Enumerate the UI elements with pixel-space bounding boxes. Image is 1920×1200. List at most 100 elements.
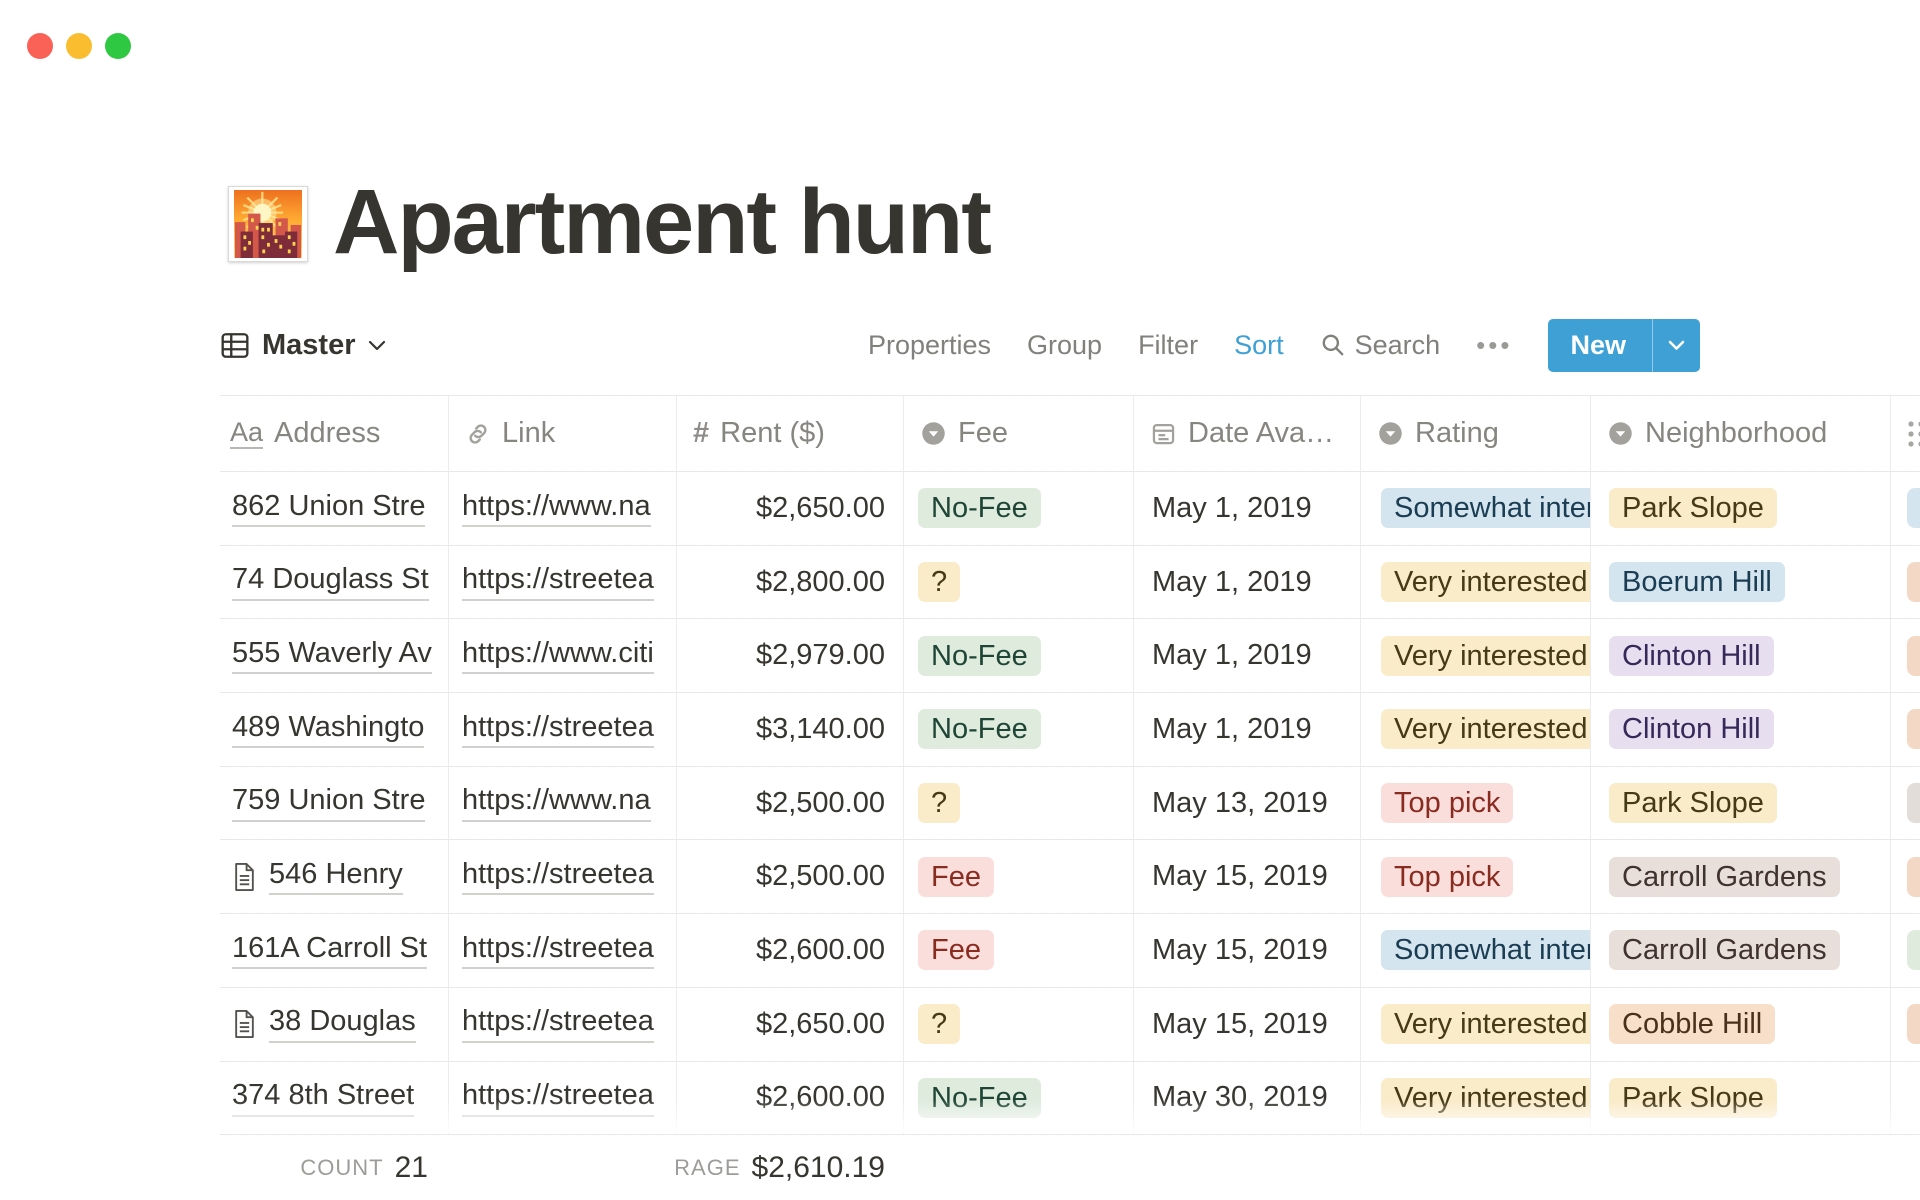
neighborhood-cell[interactable]: Clinton Hill: [1590, 619, 1890, 693]
fee-cell[interactable]: ?: [903, 988, 1133, 1062]
rent-cell[interactable]: $2,800.00: [676, 546, 903, 620]
group-button[interactable]: Group: [1027, 330, 1102, 361]
column-header-fee[interactable]: Fee: [903, 395, 1133, 472]
link-cell[interactable]: https://streetea: [448, 1062, 676, 1136]
clipped-cell[interactable]: [1890, 619, 1920, 693]
date-available-cell[interactable]: May 1, 2019: [1133, 693, 1360, 767]
neighborhood-cell[interactable]: Boerum Hill: [1590, 546, 1890, 620]
rent-cell[interactable]: $2,600.00: [676, 914, 903, 988]
fee-cell[interactable]: Fee: [903, 840, 1133, 914]
column-header-address[interactable]: AaAddress: [220, 395, 448, 472]
link-cell[interactable]: https://www.na: [448, 767, 676, 841]
rating-cell[interactable]: Somewhat interested: [1360, 914, 1590, 988]
url-text[interactable]: https://streetea: [462, 1079, 654, 1116]
address-cell[interactable]: 489 Washingto: [220, 693, 448, 767]
neighborhood-cell[interactable]: Cobble Hill: [1590, 988, 1890, 1062]
search-button[interactable]: Search: [1320, 330, 1441, 361]
rent-cell[interactable]: $3,140.00: [676, 693, 903, 767]
fee-cell[interactable]: ?: [903, 767, 1133, 841]
clipped-cell[interactable]: [1890, 988, 1920, 1062]
date-available-cell[interactable]: May 1, 2019: [1133, 619, 1360, 693]
zoom-window-button[interactable]: [105, 33, 131, 59]
rating-cell[interactable]: Very interested: [1360, 988, 1590, 1062]
close-window-button[interactable]: [27, 33, 53, 59]
url-text[interactable]: https://www.citi: [462, 637, 654, 674]
address-cell[interactable]: 546 Henry: [220, 840, 448, 914]
date-available-cell[interactable]: May 13, 2019: [1133, 767, 1360, 841]
address-text[interactable]: 759 Union Stre: [232, 784, 425, 821]
rent-cell[interactable]: $2,650.00: [676, 988, 903, 1062]
clipped-cell[interactable]: [1890, 1062, 1920, 1136]
new-button-dropdown[interactable]: [1653, 319, 1700, 372]
url-text[interactable]: https://www.na: [462, 490, 651, 527]
address-cell[interactable]: 862 Union Stre: [220, 472, 448, 546]
fee-cell[interactable]: No-Fee: [903, 472, 1133, 546]
column-header-rent[interactable]: #Rent ($): [676, 395, 903, 472]
page-icon-city-sunset-emoji[interactable]: [228, 186, 308, 262]
neighborhood-cell[interactable]: Clinton Hill: [1590, 693, 1890, 767]
fee-cell[interactable]: ?: [903, 546, 1133, 620]
url-text[interactable]: https://streetea: [462, 932, 654, 969]
address-text[interactable]: 555 Waverly Av: [232, 637, 432, 674]
fee-cell[interactable]: No-Fee: [903, 1062, 1133, 1136]
column-header-rating[interactable]: Rating: [1360, 395, 1590, 472]
filter-button[interactable]: Filter: [1138, 330, 1198, 361]
clipped-cell[interactable]: [1890, 472, 1920, 546]
address-text[interactable]: 161A Carroll St: [232, 932, 427, 969]
date-available-cell[interactable]: May 15, 2019: [1133, 988, 1360, 1062]
new-button-label[interactable]: New: [1548, 319, 1652, 372]
address-text[interactable]: 74 Douglass St: [232, 563, 429, 600]
address-text[interactable]: 862 Union Stre: [232, 490, 425, 527]
url-text[interactable]: https://streetea: [462, 1005, 654, 1042]
rent-cell[interactable]: $2,500.00: [676, 767, 903, 841]
neighborhood-cell[interactable]: Carroll Gardens: [1590, 840, 1890, 914]
average-calc[interactable]: RAGE$2,610.19: [676, 1135, 903, 1200]
rating-cell[interactable]: Very interested: [1360, 693, 1590, 767]
fee-cell[interactable]: Fee: [903, 914, 1133, 988]
fee-cell[interactable]: No-Fee: [903, 619, 1133, 693]
minimize-window-button[interactable]: [66, 33, 92, 59]
rating-cell[interactable]: Top pick: [1360, 767, 1590, 841]
view-switcher-master[interactable]: Master: [220, 329, 386, 362]
address-text[interactable]: 546 Henry: [269, 858, 403, 895]
url-text[interactable]: https://www.na: [462, 784, 651, 821]
address-cell[interactable]: 74 Douglass St: [220, 546, 448, 620]
fee-cell[interactable]: No-Fee: [903, 693, 1133, 767]
rent-cell[interactable]: $2,500.00: [676, 840, 903, 914]
date-available-cell[interactable]: May 1, 2019: [1133, 546, 1360, 620]
address-text[interactable]: 38 Douglas: [269, 1005, 416, 1042]
neighborhood-cell[interactable]: Park Slope: [1590, 767, 1890, 841]
clipped-cell[interactable]: [1890, 767, 1920, 841]
rating-cell[interactable]: Very interested: [1360, 546, 1590, 620]
rating-cell[interactable]: Very interested: [1360, 1062, 1590, 1136]
column-header-clipped[interactable]: [1890, 395, 1920, 472]
url-text[interactable]: https://streetea: [462, 563, 654, 600]
address-cell[interactable]: 38 Douglas: [220, 988, 448, 1062]
column-header-neighborhood[interactable]: Neighborhood: [1590, 395, 1890, 472]
neighborhood-cell[interactable]: Park Slope: [1590, 1062, 1890, 1136]
date-available-cell[interactable]: May 30, 2019: [1133, 1062, 1360, 1136]
neighborhood-cell[interactable]: Park Slope: [1590, 472, 1890, 546]
link-cell[interactable]: https://streetea: [448, 546, 676, 620]
properties-button[interactable]: Properties: [868, 330, 991, 361]
link-cell[interactable]: https://streetea: [448, 693, 676, 767]
rent-cell[interactable]: $2,650.00: [676, 472, 903, 546]
sort-button[interactable]: Sort: [1234, 330, 1284, 361]
rent-cell[interactable]: $2,600.00: [676, 1062, 903, 1136]
column-header-date-ava[interactable]: Date Ava…: [1133, 395, 1360, 472]
new-record-button[interactable]: New: [1548, 319, 1700, 372]
address-cell[interactable]: 374 8th Street: [220, 1062, 448, 1136]
rent-cell[interactable]: $2,979.00: [676, 619, 903, 693]
clipped-cell[interactable]: [1890, 546, 1920, 620]
address-text[interactable]: 374 8th Street: [232, 1079, 414, 1116]
url-text[interactable]: https://streetea: [462, 858, 654, 895]
column-header-link[interactable]: Link: [448, 395, 676, 472]
address-cell[interactable]: 555 Waverly Av: [220, 619, 448, 693]
url-text[interactable]: https://streetea: [462, 711, 654, 748]
link-cell[interactable]: https://streetea: [448, 914, 676, 988]
rating-cell[interactable]: Very interested: [1360, 619, 1590, 693]
count-calc[interactable]: COUNT21: [220, 1135, 448, 1200]
neighborhood-cell[interactable]: Carroll Gardens: [1590, 914, 1890, 988]
rating-cell[interactable]: Somewhat interested: [1360, 472, 1590, 546]
link-cell[interactable]: https://streetea: [448, 840, 676, 914]
